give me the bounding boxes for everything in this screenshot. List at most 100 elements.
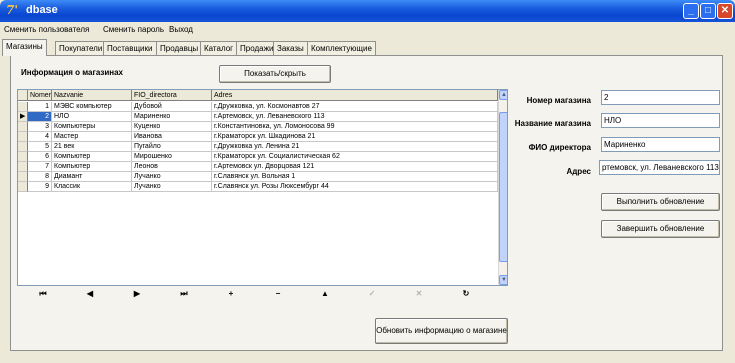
- table-cell[interactable]: Лучанко: [132, 182, 212, 192]
- table-cell[interactable]: 4: [28, 132, 52, 142]
- delete-record-icon[interactable]: −: [255, 287, 301, 301]
- row-indicator: [18, 132, 28, 142]
- table-cell[interactable]: Компьютер: [52, 152, 132, 162]
- table-cell[interactable]: Мирошенко: [132, 152, 212, 162]
- table-cell[interactable]: г.Дружковка ул. Ленина 21: [212, 142, 498, 152]
- row-indicator: [18, 142, 28, 152]
- row-indicator: ▶: [18, 112, 28, 122]
- tab-orders[interactable]: Заказы: [273, 41, 308, 55]
- store-name-field[interactable]: НЛО: [601, 113, 720, 128]
- title-bar[interactable]: 7' dbase _ □ ✕: [0, 0, 735, 22]
- maximize-icon: □: [704, 5, 712, 16]
- refresh-store-info-button[interactable]: Обновить информацию о магазине: [375, 318, 508, 344]
- table-cell[interactable]: Дубовой: [132, 102, 212, 112]
- menu-exit[interactable]: Выход: [169, 25, 193, 34]
- minimize-icon: _: [688, 5, 694, 16]
- insert-record-icon[interactable]: +: [208, 287, 254, 301]
- address-field[interactable]: ртемовск, ул. Леваневского 113: [599, 160, 720, 175]
- grid-header: Nomer Nazvanie FIO_directora Adres: [18, 90, 498, 101]
- tab-sales[interactable]: Продажи: [236, 41, 278, 55]
- maximize-button[interactable]: □: [700, 3, 716, 19]
- table-cell[interactable]: НЛО: [52, 112, 132, 122]
- table-row[interactable]: 5 21 век Пугайло г.Дружковка ул. Ленина 21: [18, 142, 498, 152]
- table-cell[interactable]: 3: [28, 122, 52, 132]
- toggle-button[interactable]: Показать/скрыть: [219, 65, 331, 83]
- table-cell[interactable]: 21 век: [52, 142, 132, 152]
- tab-sellers[interactable]: Продавцы: [156, 41, 203, 55]
- table-row[interactable]: 9 Классик Лучанко г.Славянск ул. Розы Люксе…: [18, 182, 498, 192]
- table-cell[interactable]: Куценко: [132, 122, 212, 132]
- director-field[interactable]: Мариненко: [601, 137, 720, 152]
- table-cell[interactable]: г.Дружковка, ул. Космонавтов 27: [212, 102, 498, 112]
- table-cell[interactable]: г.Краматорск ул. Шкадинова 21: [212, 132, 498, 142]
- row-indicator: [18, 102, 28, 112]
- row-indicator: [18, 162, 28, 172]
- store-number-field[interactable]: 2: [601, 90, 720, 105]
- table-cell[interactable]: Иванова: [132, 132, 212, 142]
- table-cell[interactable]: 2: [28, 112, 52, 122]
- address-label: Адрес: [566, 167, 591, 176]
- next-record-icon[interactable]: ▶: [114, 287, 160, 301]
- table-row[interactable]: 8 Диамант Лучанко г.Славянск ул. Вольная 1: [18, 172, 498, 182]
- execute-update-button[interactable]: Выполнить обновление: [601, 193, 720, 211]
- table-cell[interactable]: г.Артемовск ул. Дворцовая 121: [212, 162, 498, 172]
- minimize-button[interactable]: _: [683, 3, 699, 19]
- table-cell[interactable]: Компьютеры: [52, 122, 132, 132]
- table-cell[interactable]: 6: [28, 152, 52, 162]
- table-row[interactable]: 3 Компьютеры Куценко г.Константиновка, ул. …: [18, 122, 498, 132]
- tab-stores[interactable]: Магазины: [2, 39, 47, 56]
- row-indicator: [18, 172, 28, 182]
- cancel-edit-icon[interactable]: ✕: [396, 287, 442, 301]
- refresh-data-icon[interactable]: ↻: [443, 287, 489, 301]
- table-cell[interactable]: Пугайло: [132, 142, 212, 152]
- menu-change-password[interactable]: Сменить пароль: [103, 25, 164, 34]
- scroll-down-icon[interactable]: ▼: [499, 275, 507, 285]
- tab-suppliers[interactable]: Поставщики: [103, 41, 157, 55]
- panel-title: Информация о магазинах: [21, 68, 124, 77]
- table-cell[interactable]: г.Славянск ул. Вольная 1: [212, 172, 498, 182]
- table-row[interactable]: ▶ 2 НЛО Мариненко г.Артемовск, ул. Леваневск…: [18, 112, 498, 122]
- table-cell[interactable]: Компьютер: [52, 162, 132, 172]
- table-cell[interactable]: Леонов: [132, 162, 212, 172]
- last-record-icon[interactable]: ⏭: [161, 287, 207, 301]
- table-row[interactable]: 7 Компьютер Леонов г.Артемовск ул. Дворцова…: [18, 162, 498, 172]
- column-header[interactable]: Nazvanie: [52, 90, 132, 101]
- row-indicator: [18, 122, 28, 132]
- table-row[interactable]: 4 Мастер Иванова г.Краматорск ул. Шкадинова…: [18, 132, 498, 142]
- column-header[interactable]: Adres: [212, 90, 498, 101]
- scroll-thumb[interactable]: [499, 112, 507, 262]
- table-cell[interactable]: 5: [28, 142, 52, 152]
- finish-update-button[interactable]: Завершить обновление: [601, 220, 720, 238]
- table-cell[interactable]: 8: [28, 172, 52, 182]
- post-edit-icon[interactable]: ✓: [349, 287, 395, 301]
- table-cell[interactable]: г.Константиновка, ул. Ломоносова 99: [212, 122, 498, 132]
- first-record-icon[interactable]: ⏮: [20, 287, 66, 301]
- db-navigator: ⏮ ◀ ▶ ⏭ + − ▲ ✓ ✕ ↻: [17, 287, 508, 301]
- stores-grid[interactable]: Nomer Nazvanie FIO_directora Adres 1 МЭВС…: [17, 89, 508, 286]
- table-cell[interactable]: г.Артемовск, ул. Леваневского 113: [212, 112, 498, 122]
- row-indicator: [18, 182, 28, 192]
- table-cell[interactable]: 9: [28, 182, 52, 192]
- dbase-app-icon: 7': [6, 3, 19, 17]
- prior-record-icon[interactable]: ◀: [67, 287, 113, 301]
- table-cell[interactable]: Мастер: [52, 132, 132, 142]
- table-cell[interactable]: г.Славянск ул. Розы Люксембург 44: [212, 182, 498, 192]
- column-header[interactable]: Nomer: [28, 90, 52, 101]
- column-header[interactable]: FIO_directora: [132, 90, 212, 101]
- table-cell[interactable]: МЭВС компьютер: [52, 102, 132, 112]
- close-button[interactable]: ✕: [717, 3, 733, 19]
- table-row[interactable]: 1 МЭВС компьютер Дубовой г.Дружковка, ул. К…: [18, 102, 498, 112]
- tab-catalog[interactable]: Каталог: [200, 41, 238, 55]
- tab-components[interactable]: Комплектующие: [307, 41, 376, 55]
- table-cell[interactable]: 7: [28, 162, 52, 172]
- table-cell[interactable]: Лучанко: [132, 172, 212, 182]
- table-cell[interactable]: Классик: [52, 182, 132, 192]
- table-cell[interactable]: Мариненко: [132, 112, 212, 122]
- tab-customers[interactable]: Покупатели: [55, 41, 107, 55]
- table-cell[interactable]: Диамант: [52, 172, 132, 182]
- menu-change-user[interactable]: Сменить пользователя: [4, 25, 89, 34]
- table-row[interactable]: 6 Компьютер Мирошенко г.Краматорск ул. Соци…: [18, 152, 498, 162]
- edit-record-icon[interactable]: ▲: [302, 287, 348, 301]
- table-cell[interactable]: 1: [28, 102, 52, 112]
- table-cell[interactable]: г.Краматорск ул. Социалистическая 62: [212, 152, 498, 162]
